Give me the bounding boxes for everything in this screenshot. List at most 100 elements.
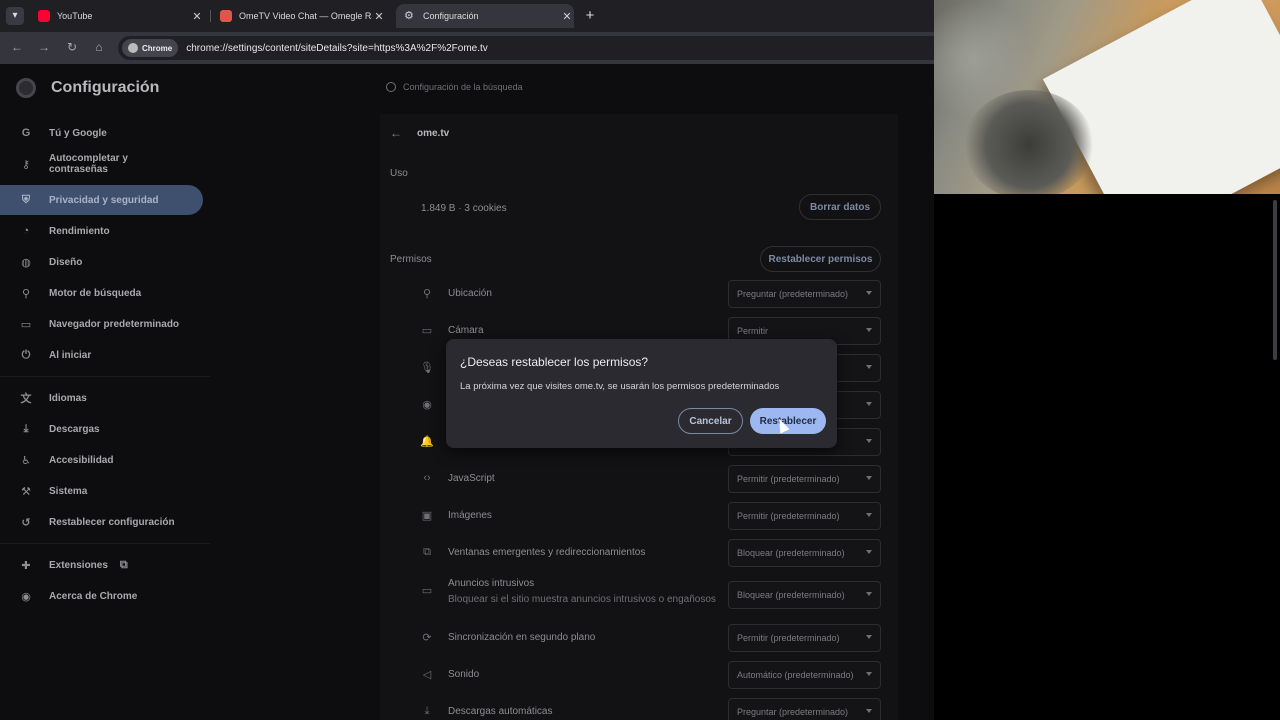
reload-icon[interactable]: ↻ xyxy=(64,40,80,54)
permission-label: Sonido xyxy=(448,669,480,680)
sidebar-item-rendimiento[interactable]: ◔ Rendimiento xyxy=(0,216,203,246)
sidebar-item-descargas[interactable]: ⤓ Descargas xyxy=(0,414,203,444)
chevron-down-icon xyxy=(866,402,872,406)
sidebar-item-sistema[interactable]: ⚒ Sistema xyxy=(0,476,203,506)
black-region xyxy=(934,194,1280,720)
permission-row-javascript: ‹› JavaScript Permitir (predeterminado) xyxy=(420,465,890,493)
speedometer-icon: ◔ xyxy=(22,225,30,237)
site-header: ← ome.tv xyxy=(390,126,449,140)
sidebar-item-label: Privacidad y seguridad xyxy=(49,194,159,206)
forward-arrow-icon[interactable]: → xyxy=(36,40,52,54)
sidebar-item-idiomas[interactable]: 文 Idiomas xyxy=(0,383,203,413)
close-icon[interactable]: ✕ xyxy=(372,10,386,23)
site-info-chip[interactable]: Chrome xyxy=(122,39,179,57)
search-placeholder: Configuración de la búsqueda xyxy=(403,82,523,92)
chevron-down-icon xyxy=(866,550,872,554)
sidebar-item-tu-y-google[interactable]: G Tú y Google xyxy=(0,118,203,148)
chrome-icon xyxy=(128,43,138,53)
close-icon[interactable]: ✕ xyxy=(560,10,574,23)
dialog-title: ¿Deseas restablecer los permisos? xyxy=(460,355,649,369)
new-tab-button[interactable]: + xyxy=(583,7,597,24)
location-icon: ⚲ xyxy=(422,288,432,300)
chrome-logo-icon xyxy=(16,78,36,98)
url-text[interactable]: chrome://settings/content/siteDetails?si… xyxy=(186,43,488,54)
tab-ometv[interactable]: OmeTV Video Chat — Omegle Rando ✕ xyxy=(216,4,386,28)
chip-label: Chrome xyxy=(142,43,173,53)
wrench-icon: ⚒ xyxy=(21,485,31,498)
select-value: Permitir (predeterminado) xyxy=(737,511,840,521)
usage-summary: 1.849 B · 3 cookies xyxy=(421,203,507,214)
permission-select[interactable]: Permitir (predeterminado) xyxy=(728,465,881,493)
back-arrow-icon[interactable]: ← xyxy=(390,126,402,140)
permission-select[interactable]: Permitir (predeterminado) xyxy=(728,624,881,652)
chevron-down-icon xyxy=(866,476,872,480)
download-icon: ⤓ xyxy=(424,705,430,717)
clear-data-button[interactable]: Borrar datos xyxy=(799,194,881,220)
sidebar-item-extensiones[interactable]: ✚ Extensiones ⧉ xyxy=(0,550,203,580)
sidebar-item-label: Autocompletar y contraseñas xyxy=(49,153,128,175)
reset-button[interactable]: Restablecer xyxy=(750,408,826,434)
scrollbar[interactable] xyxy=(1273,200,1277,360)
permission-row-popups: ⧉ Ventanas emergentes y redireccionamien… xyxy=(420,539,890,567)
permission-row-sound: ◁ Sonido Automático (predeterminado) xyxy=(420,661,890,689)
sidebar-item-label: Accesibilidad xyxy=(49,454,114,466)
tab-title: Configuración xyxy=(423,11,479,21)
sidebar-divider xyxy=(0,376,210,377)
sidebar-item-privacidad[interactable]: ⛨ Privacidad y seguridad xyxy=(0,185,203,215)
power-icon: ⏻ xyxy=(21,348,31,361)
webcam-figure xyxy=(964,90,1094,194)
tab-search-button[interactable]: ▾ xyxy=(6,7,24,25)
sidebar-item-motor-busqueda[interactable]: ⚲ Motor de búsqueda xyxy=(0,278,203,308)
code-icon: ‹› xyxy=(423,472,431,484)
permission-row-background-sync: ⟳ Sincronización en segundo plano Permit… xyxy=(420,624,890,652)
reset-permissions-button[interactable]: Restablecer permisos xyxy=(760,246,881,272)
back-arrow-icon[interactable]: ← xyxy=(9,40,25,54)
sidebar-item-label: Tú y Google xyxy=(49,127,107,139)
cancel-button[interactable]: Cancelar xyxy=(678,408,743,434)
permission-select[interactable]: Permitir (predeterminado) xyxy=(728,502,881,530)
permission-label: Cámara xyxy=(448,325,484,336)
permission-sublabel: Bloquear si el sitio muestra anuncios in… xyxy=(448,594,716,605)
sidebar-item-label: Diseño xyxy=(49,256,83,268)
sidebar-item-al-iniciar[interactable]: ⏻ Al iniciar xyxy=(0,340,203,370)
browser-icon: ▭ xyxy=(20,318,32,331)
palette-icon: ◍ xyxy=(21,256,31,269)
permission-row-images: ▣ Imágenes Permitir (predeterminado) xyxy=(420,502,890,530)
permission-select[interactable]: Preguntar (predeterminado) xyxy=(728,280,881,308)
download-icon: ⤓ xyxy=(23,422,29,435)
bell-icon: 🔔 xyxy=(420,436,434,448)
permission-select[interactable]: Preguntar (predeterminado) xyxy=(728,698,881,720)
permission-row-intrusive-ads: ▭ Anuncios intrusivos Bloquear si el sit… xyxy=(420,578,890,617)
sidebar-item-accesibilidad[interactable]: ♿ Accesibilidad xyxy=(0,445,203,475)
tab-configuracion[interactable]: ⚙ Configuración ✕ xyxy=(396,4,574,28)
sidebar-item-autocompletar[interactable]: ⚷ Autocompletar y contraseñas xyxy=(0,149,203,179)
tab-youtube[interactable]: YouTube ✕ xyxy=(34,4,204,28)
permission-label: Imágenes xyxy=(448,510,492,521)
select-value: Bloquear (predeterminado) xyxy=(737,590,845,600)
settings-header: Configuración xyxy=(16,78,159,98)
sidebar-item-label: Navegador predeterminado xyxy=(49,318,180,330)
sidebar-item-acerca[interactable]: ◉ Acerca de Chrome xyxy=(0,581,203,611)
settings-gear-icon: ⚙ xyxy=(404,10,414,22)
sync-icon: ⟳ xyxy=(422,632,432,644)
search-icon: ⚲ xyxy=(21,287,31,300)
permission-select[interactable]: Bloquear (predeterminado) xyxy=(728,539,881,567)
reset-permissions-dialog: ¿Deseas restablecer los permisos? La pró… xyxy=(446,339,837,448)
settings-search-input[interactable]: Configuración de la búsqueda xyxy=(386,82,523,92)
address-bar[interactable]: Chrome chrome://settings/content/siteDet… xyxy=(118,36,934,60)
sidebar-item-label: Acerca de Chrome xyxy=(49,590,138,602)
sidebar-item-restablecer[interactable]: ↺ Restablecer configuración xyxy=(0,507,203,537)
sidebar-item-label: Sistema xyxy=(49,485,88,497)
close-icon[interactable]: ✕ xyxy=(190,10,204,23)
sidebar-item-diseno[interactable]: ◍ Diseño xyxy=(0,247,203,277)
puzzle-icon: ✚ xyxy=(21,559,31,572)
chrome-icon: ◉ xyxy=(21,590,31,603)
sidebar-divider xyxy=(0,543,210,544)
chevron-down-icon xyxy=(866,439,872,443)
google-icon: G xyxy=(21,127,31,139)
permission-select[interactable]: Automático (predeterminado) xyxy=(728,661,881,689)
permission-select[interactable]: Bloquear (predeterminado) xyxy=(728,581,881,609)
permission-label: Ventanas emergentes y redireccionamiento… xyxy=(448,547,646,558)
home-icon[interactable]: ⌂ xyxy=(91,40,107,54)
sidebar-item-navegador-predeterminado[interactable]: ▭ Navegador predeterminado xyxy=(0,309,203,339)
